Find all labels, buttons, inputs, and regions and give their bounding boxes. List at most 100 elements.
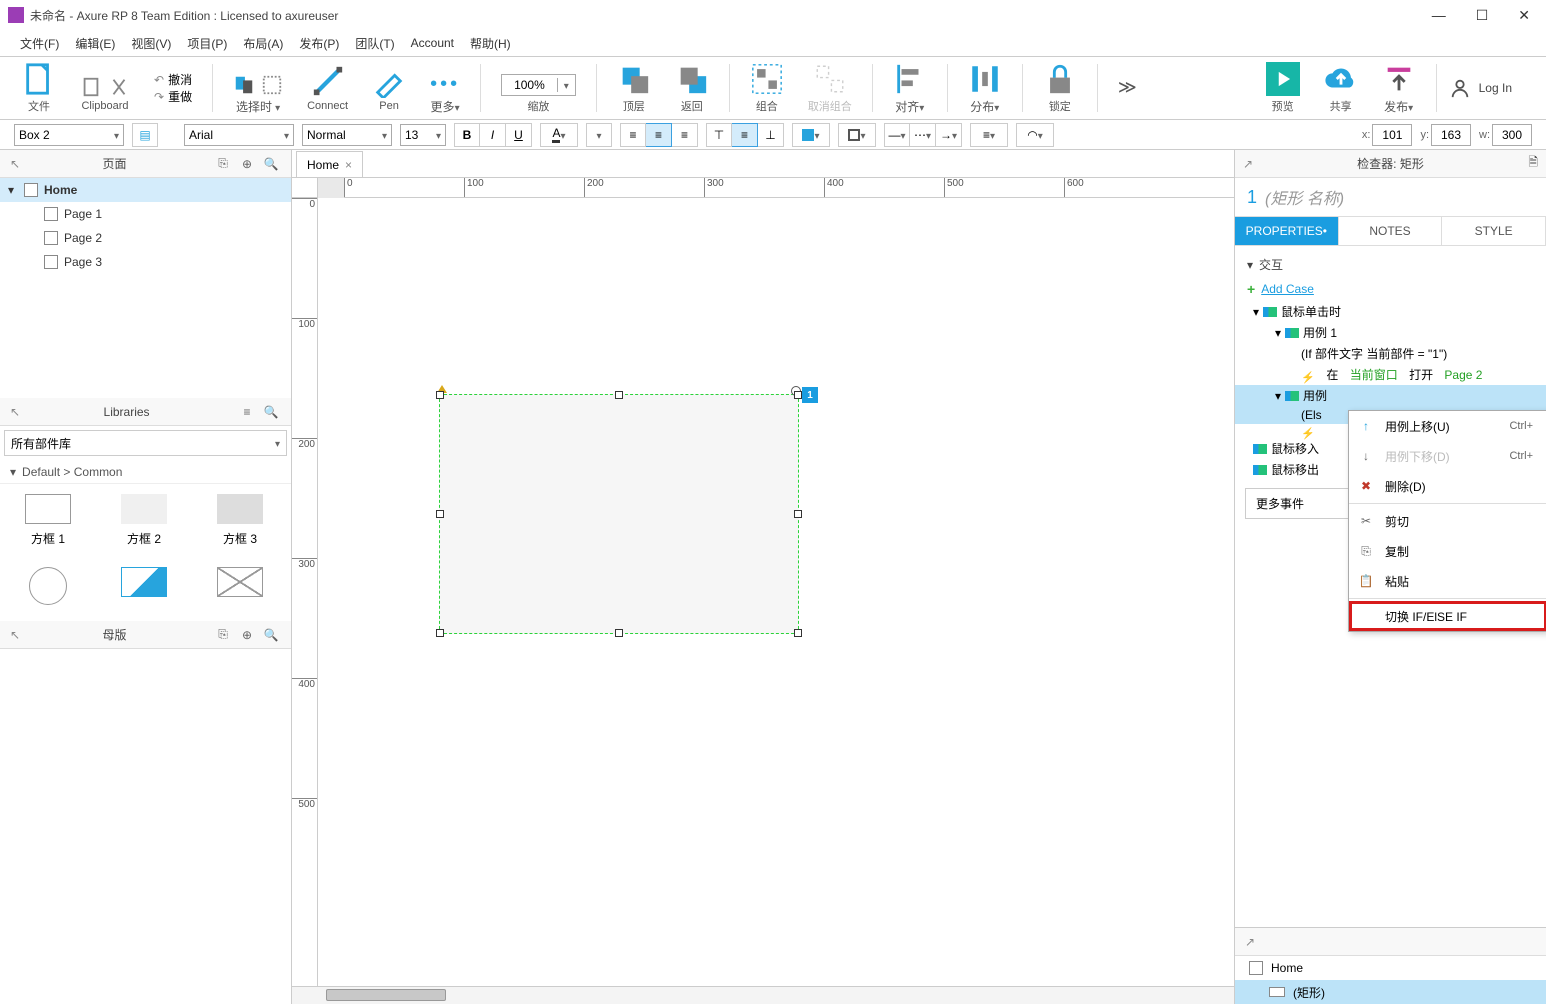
valign-middle-button[interactable]: ≡ [732,123,758,147]
text-color-button[interactable]: A [540,123,578,147]
outline-rectangle[interactable]: (矩形) [1235,980,1546,1004]
font-select[interactable]: Arial [184,124,294,146]
lib-item-placeholder[interactable] [202,567,278,611]
line-color-button[interactable] [838,123,876,147]
menu-file[interactable]: 文件(F) [14,33,65,54]
library-menu-icon[interactable]: ≡ [237,402,257,422]
ctx-cut[interactable]: ✂ 剪切 [1349,506,1546,536]
more-typography-button[interactable] [586,123,612,147]
menu-view[interactable]: 视图(V) [125,33,177,54]
toolgroup-share[interactable]: 共享 [1316,60,1366,116]
underline-button[interactable]: U [506,123,532,147]
close-button[interactable]: ✕ [1518,7,1530,24]
toolgroup-clipboard[interactable]: Clipboard [72,62,138,114]
toolgroup-front[interactable]: 顶层 [609,60,659,116]
italic-button[interactable]: I [480,123,506,147]
scrollbar-thumb[interactable] [326,989,446,1001]
toolgroup-back[interactable]: 返回 [667,60,717,116]
page-row-page1[interactable]: Page 1 [0,202,291,226]
menu-project[interactable]: 项目(P) [181,33,233,54]
horizontal-scrollbar[interactable] [292,986,1234,1004]
toolgroup-distribute[interactable]: 分布 [960,60,1010,117]
ctx-paste[interactable]: 📋 粘贴 [1349,566,1546,596]
menu-team[interactable]: 团队(T) [349,33,400,54]
toolgroup-connect[interactable]: Connect [299,62,356,114]
lib-item-ellipse[interactable] [10,567,86,611]
lib-item-image[interactable] [106,567,182,611]
expand-icon[interactable] [8,183,18,197]
page-row-page2[interactable]: Page 2 [0,226,291,250]
case-1[interactable]: 用例 1 [1235,322,1546,343]
font-size-select[interactable]: 13 [400,124,446,146]
align-center-button[interactable]: ≡ [646,123,672,147]
resize-handle-w[interactable] [436,510,444,518]
resize-handle-n[interactable] [615,391,623,399]
toolgroup-file[interactable]: 文件 [14,60,64,116]
tab-notes[interactable]: NOTES [1339,217,1443,245]
footnote-badge[interactable]: 1 [802,387,818,403]
maximize-button[interactable]: ☐ [1476,7,1489,24]
resize-handle-s[interactable] [615,629,623,637]
resize-handle-nw[interactable] [436,391,444,399]
font-weight-select[interactable]: Normal [302,124,392,146]
add-case-link[interactable]: +Add Case [1235,277,1546,301]
resize-handle-sw[interactable] [436,629,444,637]
minimize-button[interactable]: — [1432,7,1446,24]
library-breadcrumb[interactable]: Default > Common [0,460,291,484]
lib-item-box3[interactable]: 方框 3 [202,494,278,547]
toolgroup-more[interactable]: ••• 更多 [422,60,468,117]
close-tab-icon[interactable]: × [345,158,352,172]
resize-handle-ne[interactable] [794,391,802,399]
search-icon[interactable]: 🔍 [261,154,281,174]
w-input[interactable] [1492,124,1532,146]
align-left-button[interactable]: ≡ [620,123,646,147]
event-onclick[interactable]: 鼠标单击时 [1235,301,1546,322]
toolgroup-lock[interactable]: 锁定 [1035,60,1085,116]
valign-bottom-button[interactable]: ⊥ [758,123,784,147]
menu-edit[interactable]: 编辑(E) [69,33,121,54]
apply-style-button[interactable]: ▤ [132,123,158,147]
add-master-icon[interactable]: ⊕ [237,625,257,645]
lib-item-box2[interactable]: 方框 2 [106,494,182,547]
menu-help[interactable]: 帮助(H) [464,33,517,54]
selected-rectangle[interactable]: 1 [439,394,799,634]
login-button[interactable]: Log In [1449,77,1532,99]
menu-publish[interactable]: 发布(P) [293,33,345,54]
widget-style-select[interactable]: Box 2 [14,124,124,146]
x-input[interactable] [1372,124,1412,146]
line-pattern-button[interactable]: ≡ [970,123,1008,147]
ctx-move-up[interactable]: ↑ 用例上移(U) Ctrl+ [1349,411,1546,441]
case-1-condition[interactable]: (If 部件文字 当前部件 = "1") [1235,343,1546,364]
tab-style[interactable]: STYLE [1442,217,1546,245]
notes-icon[interactable]: 🗎 [1528,153,1538,174]
add-folder-icon[interactable]: ⎘ [213,154,233,174]
resize-handle-e[interactable] [794,510,802,518]
undo-button[interactable]: ↶撤消 [154,71,192,88]
library-select[interactable]: 所有部件库 [4,430,287,456]
align-right-button[interactable]: ≡ [672,123,698,147]
ctx-delete[interactable]: ✖ 删除(D) [1349,471,1546,501]
toolgroup-ungroup[interactable]: 取消组合 [800,60,860,116]
resize-handle-se[interactable] [794,629,802,637]
line-style-button[interactable]: ⋯ [910,123,936,147]
toolgroup-overflow[interactable]: ≫ [1110,62,1145,114]
search-icon[interactable]: 🔍 [261,625,281,645]
toolgroup-group[interactable]: 组合 [742,60,792,116]
valign-top-button[interactable]: ⊤ [706,123,732,147]
lib-item-box1[interactable]: 方框 1 [10,494,86,547]
menu-account[interactable]: Account [405,34,460,52]
menu-arrange[interactable]: 布局(A) [237,33,289,54]
case-2-selected[interactable]: 用例 [1235,385,1546,406]
add-page-icon[interactable]: ⊕ [237,154,257,174]
toolgroup-align[interactable]: 对齐 [885,60,935,117]
toolgroup-preview[interactable]: 预览 [1258,60,1308,116]
outline-home[interactable]: Home [1235,956,1546,980]
toolgroup-select[interactable]: 选择时 [225,60,291,117]
toolgroup-zoom[interactable]: 100% 缩放 [493,60,584,116]
ctx-toggle-if-else[interactable]: 切换 IF/ElSE IF [1349,601,1546,631]
redo-button[interactable]: ↷重做 [154,88,192,105]
page-row-home[interactable]: Home [0,178,291,202]
zoom-value[interactable]: 100% [502,78,557,92]
case-1-action[interactable]: 在 当前窗口 打开 Page 2 [1235,364,1546,385]
line-width-button[interactable]: — [884,123,910,147]
